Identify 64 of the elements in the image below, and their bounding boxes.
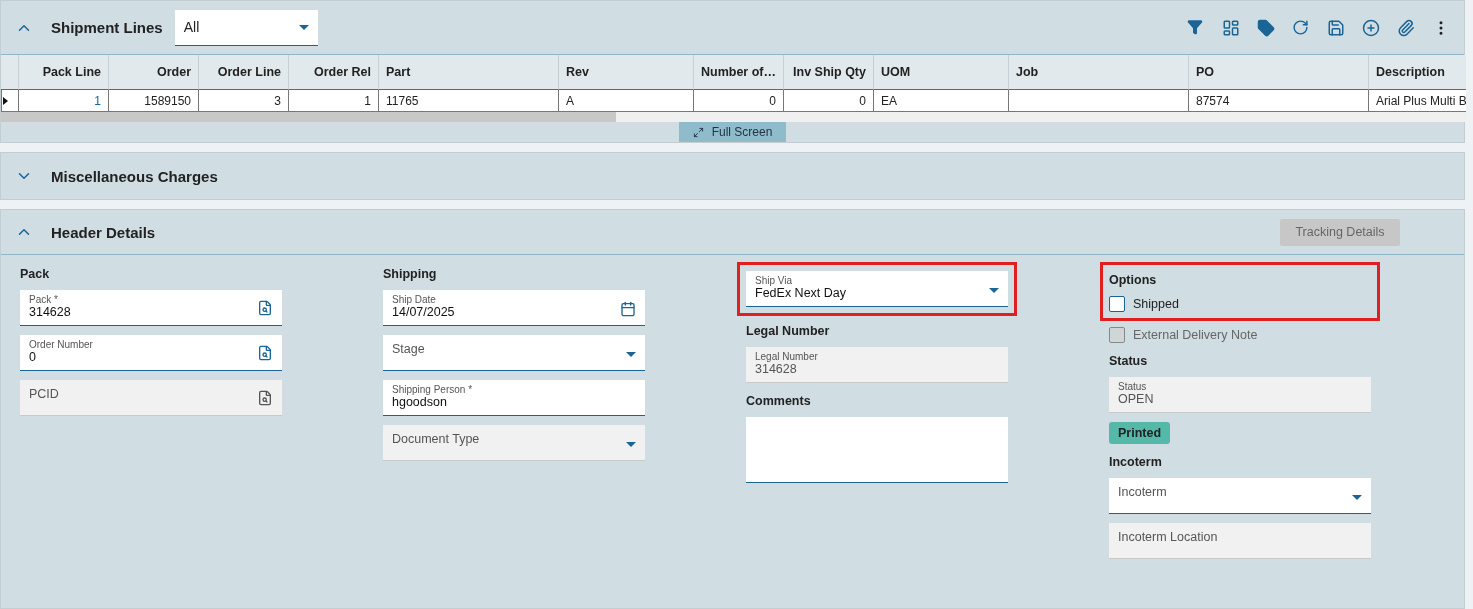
column-header[interactable]: Description <box>1369 55 1466 90</box>
table-cell: 0 <box>784 90 874 112</box>
section-heading: Comments <box>746 393 812 408</box>
comments-field[interactable] <box>746 417 1008 483</box>
input-field[interactable]: Stage <box>383 335 645 371</box>
panel-title: Shipment Lines <box>51 19 163 36</box>
scrollbar-thumb[interactable] <box>1 112 616 122</box>
section-heading: Options <box>1109 272 1158 287</box>
column-header[interactable]: Number of… <box>694 55 784 90</box>
input-field[interactable]: Ship Date 14/07/2025 <box>383 290 645 326</box>
paperclip-icon[interactable] <box>1397 18 1415 37</box>
tag-icon[interactable] <box>1257 18 1275 37</box>
column-header[interactable]: Job <box>1009 55 1189 90</box>
checkbox-label: Shipped <box>1133 297 1179 311</box>
scrollbar-track[interactable] <box>1 112 1466 122</box>
table-cell: EA <box>874 90 1009 112</box>
table-cell: 1 <box>289 90 379 112</box>
layout-icon[interactable] <box>1222 18 1240 37</box>
table-cell: 1589150 <box>109 90 199 112</box>
panel-title: Miscellaneous Charges <box>51 167 218 185</box>
input-field[interactable]: Ship Via FedEx Next Day <box>746 271 1008 307</box>
row-selector[interactable] <box>1 90 19 112</box>
column-header[interactable]: Order Rel <box>289 55 379 90</box>
refresh-icon[interactable] <box>1292 18 1310 37</box>
column-header[interactable]: Part <box>379 55 559 90</box>
column-header[interactable]: UOM <box>874 55 1009 90</box>
table-cell: 0 <box>694 90 784 112</box>
column-header[interactable]: Inv Ship Qty <box>784 55 874 90</box>
section-heading: Incoterm <box>1109 454 1163 469</box>
table-cell: 3 <box>199 90 289 112</box>
table-cell: 1 <box>19 90 109 112</box>
section-heading: Status <box>1109 353 1149 368</box>
input-field[interactable]: Pack * 314628 <box>20 290 282 326</box>
caret-icon[interactable] <box>989 288 999 293</box>
save-icon[interactable] <box>1327 18 1345 37</box>
input-field[interactable]: Incoterm <box>1109 478 1371 514</box>
lookup-icon[interactable] <box>257 344 273 361</box>
column-header[interactable]: Order <box>109 55 199 90</box>
lookup-icon[interactable] <box>257 299 273 316</box>
table-cell: 87574 <box>1189 90 1369 112</box>
column-header[interactable]: Order Line <box>199 55 289 90</box>
section-heading: Shipping <box>383 266 438 281</box>
full-screen-button[interactable]: Full Screen <box>679 122 786 142</box>
filter-dropdown[interactable]: All <box>174 9 318 46</box>
calendar-icon[interactable] <box>620 299 636 316</box>
column-header[interactable]: Rev <box>559 55 694 90</box>
column-header[interactable]: PO <box>1189 55 1369 90</box>
expand-icon <box>692 126 704 138</box>
input-field[interactable]: Order Number 0 <box>20 335 282 371</box>
caret-icon[interactable] <box>1352 495 1362 500</box>
table-cell: 11765 <box>379 90 559 112</box>
checkbox[interactable] <box>1109 296 1125 312</box>
column-header[interactable]: Pack Line <box>19 55 109 90</box>
section-heading: Pack <box>20 266 51 281</box>
caret-icon[interactable] <box>626 352 636 357</box>
status-badge: Printed <box>1109 422 1171 444</box>
section-heading: Legal Number <box>746 323 831 338</box>
table-cell: A <box>559 90 694 112</box>
checkbox-label: External Delivery Note <box>1133 328 1258 342</box>
input-field[interactable]: Shipping Person * hgoodson <box>383 380 645 416</box>
table-cell: Arial Plus Multi B <box>1369 90 1466 112</box>
add-icon[interactable] <box>1362 18 1380 37</box>
panel-title: Header Details <box>51 223 156 241</box>
filter-icon[interactable] <box>1187 18 1205 37</box>
